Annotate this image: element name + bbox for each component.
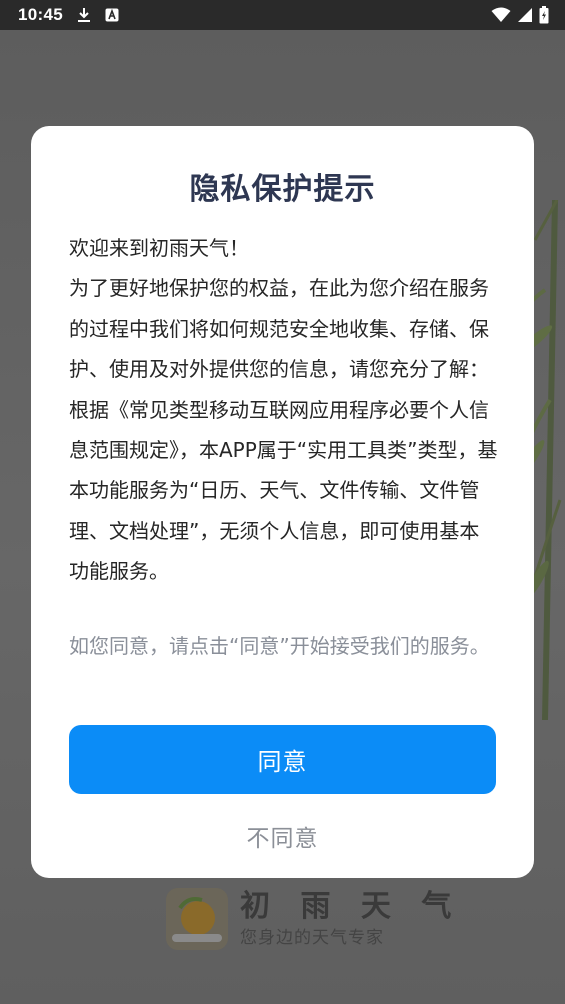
status-bar: 10:45 [0, 0, 565, 30]
app-name: 初 雨 天 气 [240, 889, 462, 924]
app-notification-icon [105, 8, 119, 22]
app-slogan: 您身边的天气专家 [240, 928, 384, 948]
splash-brand: 初 雨 天 气 您身边的天气专家 [166, 888, 461, 950]
disagree-button[interactable]: 不同意 [69, 812, 496, 860]
welcome-text: 欢迎来到初雨天气！ [69, 236, 249, 260]
agree-button[interactable]: 同意 [69, 725, 496, 794]
dialog-title: 隐私保护提示 [189, 172, 376, 207]
download-icon [77, 7, 91, 23]
app-logo [166, 888, 228, 950]
battery-charging-icon [539, 6, 549, 24]
privacy-dialog: 隐私保护提示 欢迎来到初雨天气！ 为了更好地保护您的权益，在此为您介绍在服务的过… [31, 126, 534, 878]
cellular-signal-icon [517, 7, 533, 23]
wifi-icon [491, 7, 511, 23]
privacy-content-scroll[interactable]: 欢迎来到初雨天气！ 为了更好地保护您的权益，在此为您介绍在服务的过程中我们将如何… [69, 228, 499, 606]
status-time: 10:45 [18, 5, 63, 24]
regulation-text: 根据《常见类型移动互联网应用程序必要个人信息范围规定》，本APP属于“实用工具类… [69, 397, 498, 584]
agree-hint: 如您同意，请点击“同意”开始接受我们的服务。 [69, 634, 490, 658]
privacy-intro-text: 为了更好地保护您的权益，在此为您介绍在服务的过程中我们将如何规范安全地收集、存储… [69, 276, 489, 382]
